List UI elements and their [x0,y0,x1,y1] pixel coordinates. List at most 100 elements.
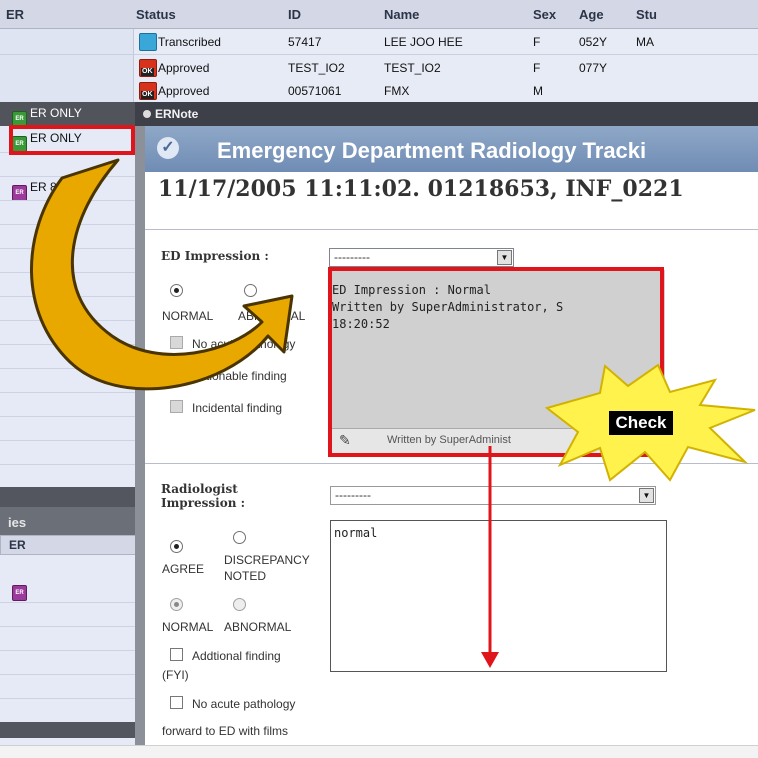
dropdown-value: --------- [335,488,371,502]
divider [0,344,135,345]
divider [0,392,135,393]
label-line: Impression : [161,496,246,510]
divider [0,698,135,699]
row-er-cell [0,55,134,80]
divider [0,296,135,297]
agree-radio[interactable] [170,540,183,553]
sidebar-section-header[interactable]: ies [0,507,135,537]
additional-finding-label: Addtional finding [192,649,281,663]
forward-to-ed-label: forward to ED with films [162,724,289,738]
fyi-label: (FYI) [162,668,189,682]
divider [0,176,135,177]
divider [0,674,135,675]
divider [0,464,135,465]
row-study: MA [636,35,654,49]
rad-normal-label: NORMAL [162,620,214,634]
divider [0,440,135,441]
section-title: ies [8,515,27,530]
sidebar-item-label: ER 8 [30,180,57,194]
divider [0,272,135,273]
ernote-left-gutter [135,126,145,757]
ed-abnormal-radio[interactable] [244,284,257,297]
divider [0,650,135,651]
row-age: 052Y [579,35,608,49]
row-status: Approved [158,84,210,98]
table-row[interactable]: Transcribed 57417 LEE JOO HEE F 052Y MA [0,29,758,55]
er-tag-icon: ER [12,585,27,601]
rad-abnormal-label: ABNORMAL [224,620,292,634]
banner-title: Emergency Department Radiology Tracki [217,138,647,163]
transcribed-icon [139,33,157,51]
approved-icon [139,82,157,100]
ed-impression-label: ED Impression : [161,249,269,263]
ed-normal-radio[interactable] [170,284,183,297]
chevron-down-icon[interactable]: ▼ [497,250,512,265]
column-header-status[interactable]: Status [136,7,176,22]
row-sex: M [533,84,543,98]
ed-impression-dropdown[interactable]: --------- ▼ [329,248,514,267]
ernote-titlebar[interactable]: ERNote [135,102,758,126]
radiologist-impression-dropdown[interactable]: --------- ▼ [330,486,656,505]
rad-abnormal-radio[interactable] [233,598,246,611]
ed-abnormal-label: ABNORMAL [238,309,306,323]
divider [0,320,135,321]
no-acute-pathology-rad-label: No acute pathology [192,697,296,711]
agree-label: AGREE [162,562,205,576]
row-id: 57417 [288,35,322,49]
column-header-name[interactable]: Name [384,7,419,22]
sidebar-item-label: ER ONLY [30,106,82,120]
no-acute-pathology-checkbox[interactable] [170,336,183,349]
sidebar-item-er-only[interactable]: ER ER ONLY [12,106,82,127]
actionable-finding-label: Actionable finding [192,369,287,383]
rad-normal-radio[interactable] [170,598,183,611]
divider [145,229,758,230]
sidebar-item-er-8[interactable]: ER ER 8 [12,180,57,201]
ernote-banner: ✓ Emergency Department Radiology Tracki [145,126,758,172]
column-header-study[interactable]: Stu [636,7,657,22]
column-header-er[interactable]: ER [6,7,24,22]
incidental-finding-checkbox[interactable] [170,400,183,413]
column-header-sex[interactable]: Sex [533,7,556,22]
divider [0,602,135,603]
row-er-cell [0,29,134,54]
sidebar-separator [0,487,135,507]
no-acute-pathology-label: No acute pathology [192,337,296,351]
row-name: FMX [384,84,410,98]
checkmark-icon: ✓ [157,137,179,159]
additional-finding-checkbox[interactable] [170,648,183,661]
label-line: DISCREPANCY [224,553,310,567]
incidental-finding-label: Incidental finding [192,401,283,415]
sidebar: ER ER ONLY ER ER ONLY ER ER 8 ies ER ER [0,102,137,757]
sidebar-column-header[interactable]: ER [0,535,137,555]
discrepancy-label: DISCREPANCY NOTED [224,552,310,584]
row-name: TEST_IO2 [384,61,441,75]
radiologist-impression-textbox[interactable]: normal [330,520,667,672]
divider [0,224,135,225]
divider [0,248,135,249]
no-acute-pathology-rad-checkbox[interactable] [170,696,183,709]
highlight-frame-sidebar [9,125,135,155]
label-line: Radiologist [161,482,238,496]
note-header: 11/17/2005 11:11:02. 01218653, INF_0221 [158,176,684,202]
status-bar [0,745,758,758]
actionable-finding-checkbox[interactable] [170,368,183,381]
column-header-id[interactable]: ID [288,7,301,22]
worklist-header: ER Status ID Name Sex Age Stu [0,0,758,29]
row-id: TEST_IO2 [288,61,345,75]
table-row[interactable]: Approved 00571061 FMX M [0,78,758,104]
approved-icon [139,59,157,77]
row-status: Approved [158,61,210,75]
row-name: LEE JOO HEE [384,35,463,49]
window-dot-icon [143,110,151,118]
divider [145,463,758,464]
er-tag-icon: ER [12,185,27,201]
sidebar-lower-item[interactable]: ER [12,580,30,601]
chevron-down-icon[interactable]: ▼ [639,488,654,503]
discrepancy-radio[interactable] [233,531,246,544]
column-header-age[interactable]: Age [579,7,604,22]
row-status: Transcribed [158,35,221,49]
column-header-er: ER [9,538,26,552]
label-line: NOTED [224,569,266,583]
row-er-cell [0,78,134,103]
radiologist-impression-text: normal [334,526,378,540]
